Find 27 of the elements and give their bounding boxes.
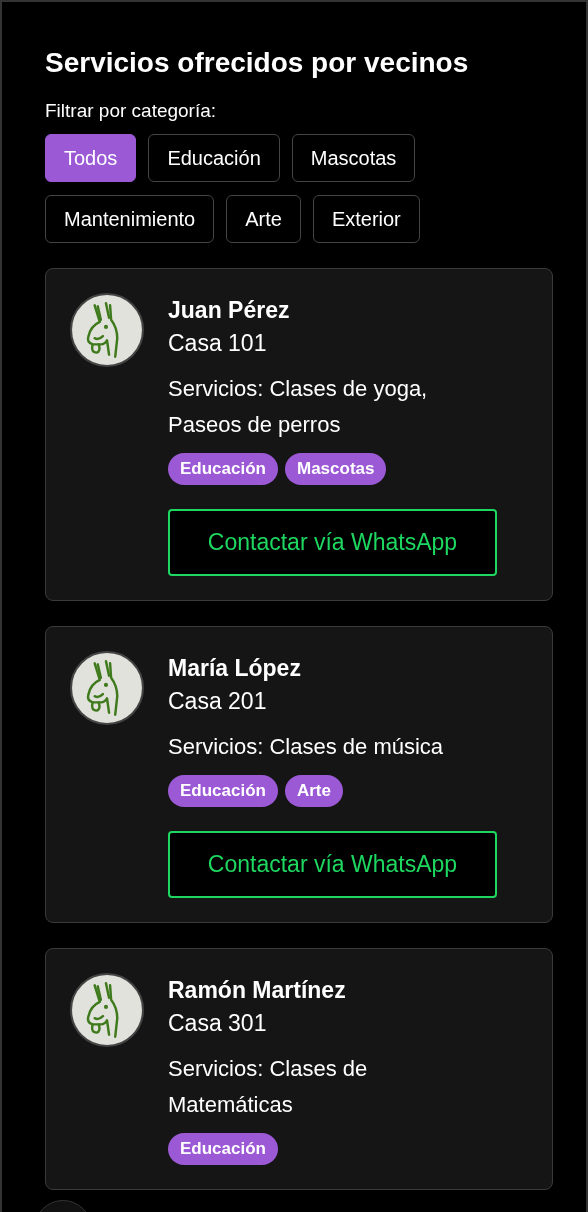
category-tag: Educación [168, 775, 278, 807]
filter-button[interactable]: Exterior [312, 195, 420, 243]
page-title: Servicios ofrecidos por vecinos [45, 46, 470, 80]
house-number: Casa 101 [168, 330, 268, 357]
llama-icon [70, 293, 144, 367]
provider-name: Juan Pérez [168, 297, 291, 324]
llama-icon [70, 973, 144, 1047]
category-tag: Mascotas [284, 453, 387, 485]
house-number: Casa 301 [168, 1010, 268, 1037]
provider-name: María López [168, 655, 302, 682]
house-number: Casa 201 [168, 688, 268, 715]
services-text: Servicios: Clases de yoga, Paseos de perros [168, 375, 429, 439]
category-tag: Educación [168, 1133, 278, 1165]
services-text: Servicios: Clases de Matemáticas [168, 1055, 369, 1119]
category-tag: Arte [284, 775, 343, 807]
filter-label: Filtrar por categoría: [45, 100, 218, 122]
filter-button[interactable]: Educación [148, 134, 280, 182]
whatsapp-button[interactable]: Contactar vía WhatsApp [168, 831, 497, 898]
llama-icon [70, 651, 144, 725]
filter-button[interactable]: Mantenimiento [45, 195, 215, 243]
whatsapp-button[interactable]: Contactar vía WhatsApp [168, 509, 497, 576]
provider-name: Ramón Martínez [168, 977, 347, 1004]
filter-button[interactable]: Mascotas [291, 134, 416, 182]
filter-button[interactable]: Arte [226, 195, 301, 243]
category-tag: Educación [168, 453, 278, 485]
filter-button[interactable]: Todos [45, 134, 137, 182]
services-text: Servicios: Clases de música [168, 733, 445, 761]
